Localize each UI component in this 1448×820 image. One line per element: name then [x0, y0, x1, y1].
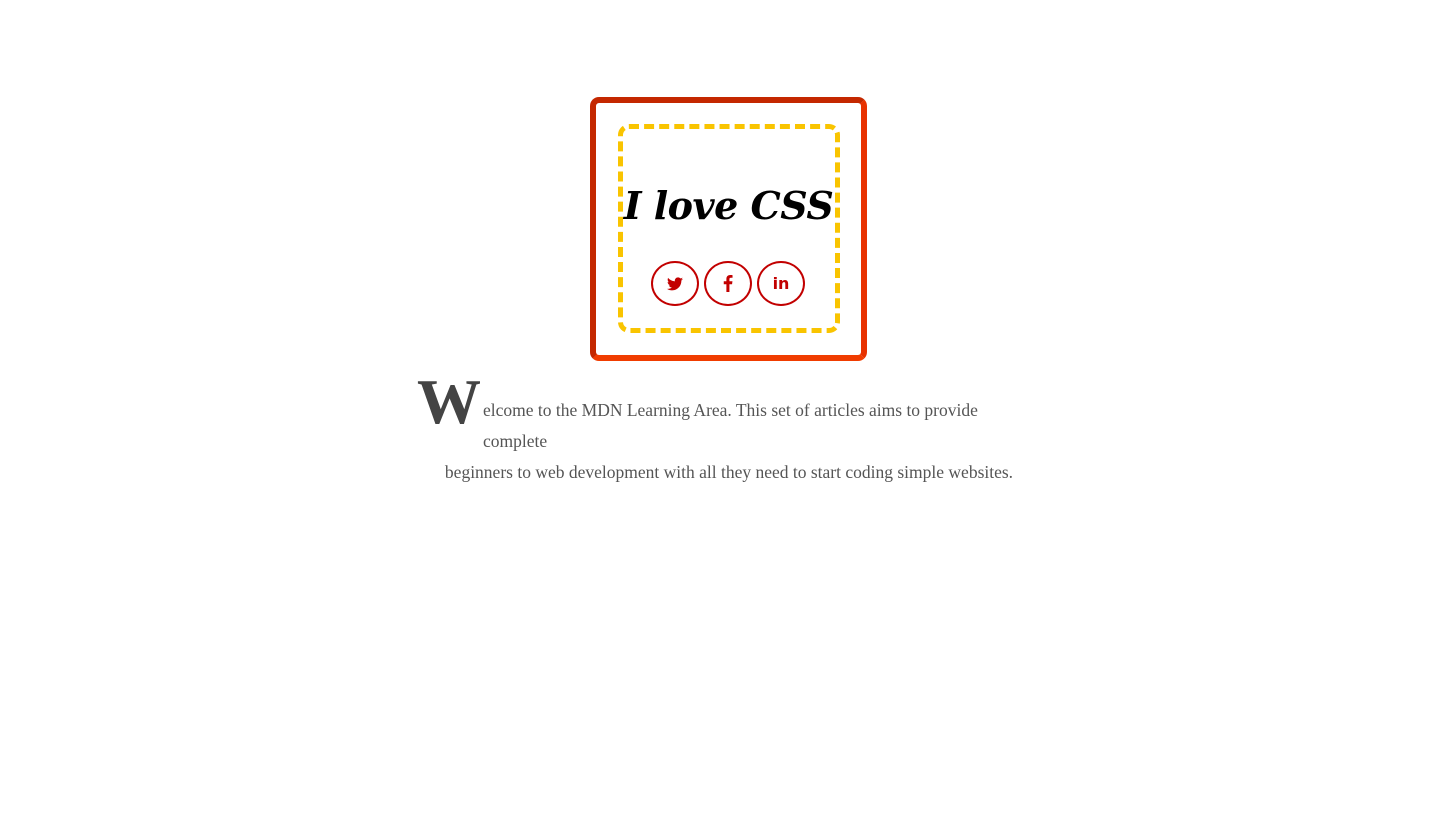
- intro-text-line-2: beginners to web development with all th…: [444, 462, 1014, 482]
- linkedin-icon: in: [772, 273, 790, 293]
- dropcap-letter: W: [417, 366, 481, 437]
- linkedin-link[interactable]: in: [757, 261, 805, 306]
- twitter-link[interactable]: [651, 261, 699, 306]
- facebook-link[interactable]: [704, 261, 752, 306]
- intro-text-line-1: elcome to the MDN Learning Area. This se…: [483, 400, 978, 451]
- facebook-icon: [723, 275, 733, 292]
- card-title: I love CSS: [623, 183, 834, 228]
- intro-paragraph: W elcome to the MDN Learning Area. This …: [417, 366, 1041, 488]
- twitter-icon: [667, 276, 683, 290]
